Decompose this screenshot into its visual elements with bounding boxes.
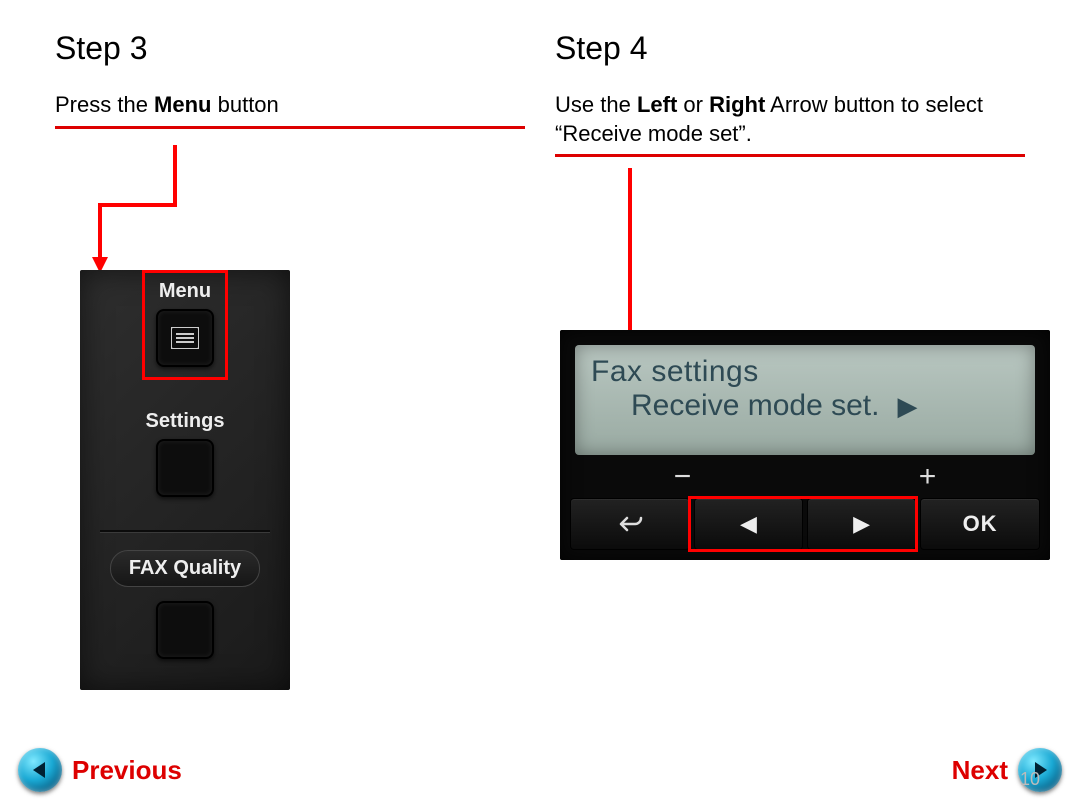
ok-button[interactable]: OK <box>920 498 1040 550</box>
text: Press the <box>55 92 154 117</box>
step4-instruction: Use the Left or Right Arrow button to se… <box>555 91 1025 157</box>
fax-quality-button[interactable] <box>156 601 214 659</box>
step3-title: Step 3 <box>55 30 525 67</box>
footer: Previous Next 10 <box>0 732 1080 792</box>
back-button[interactable] <box>570 498 690 550</box>
lcd-display: Fax settings Receive mode set. ▶ <box>575 345 1035 455</box>
next-link[interactable]: Next <box>952 748 1062 792</box>
next-label: Next <box>952 755 1008 786</box>
previous-link[interactable]: Previous <box>18 748 182 792</box>
text: button <box>212 92 279 117</box>
printer-button-panel: Menu Settings FAX Quality <box>80 270 290 690</box>
callout-arrow-left <box>55 145 255 275</box>
lcd-right-arrow-icon: ▶ <box>897 391 917 422</box>
back-icon <box>615 514 645 534</box>
menu-button-group: Menu <box>80 280 290 367</box>
ok-label: OK <box>963 511 998 537</box>
printer-lcd-panel: Fax settings Receive mode set. ▶ − + ◀ ▶ <box>560 330 1050 560</box>
page-number: 10 <box>1020 769 1040 790</box>
text-bold: Left <box>637 92 677 117</box>
lcd-line2-text: Receive mode set. <box>631 389 879 423</box>
menu-icon <box>171 327 199 349</box>
highlight-box-arrows <box>688 496 918 552</box>
page: Step 3 Press the Menu button Menu <box>0 0 1080 810</box>
menu-label: Menu <box>80 280 290 303</box>
settings-button[interactable] <box>156 439 214 497</box>
plus-label: + <box>919 460 937 494</box>
step4-column: Step 4 Use the Left or Right Arrow butto… <box>555 30 1025 157</box>
step4-title: Step 4 <box>555 30 1025 67</box>
fax-quality-group: FAX Quality <box>80 550 290 659</box>
settings-label: Settings <box>80 410 290 433</box>
previous-icon <box>18 748 62 792</box>
text: Use the <box>555 92 637 117</box>
text: or <box>677 92 709 117</box>
step3-column: Step 3 Press the Menu button <box>55 30 525 129</box>
settings-button-group: Settings <box>80 410 290 497</box>
text-bold: Menu <box>154 92 211 117</box>
step3-instruction: Press the Menu button <box>55 91 525 129</box>
fax-quality-label: FAX Quality <box>129 557 241 579</box>
fax-quality-label-pill: FAX Quality <box>110 550 260 587</box>
menu-button[interactable] <box>156 309 214 367</box>
plus-minus-row: − + <box>560 460 1050 494</box>
lcd-line2: Receive mode set. ▶ <box>591 389 1019 423</box>
panel-divider <box>100 530 270 532</box>
previous-label: Previous <box>72 755 182 786</box>
minus-label: − <box>674 460 692 494</box>
lcd-line1: Fax settings <box>591 355 1019 389</box>
text-bold: Right <box>709 92 765 117</box>
